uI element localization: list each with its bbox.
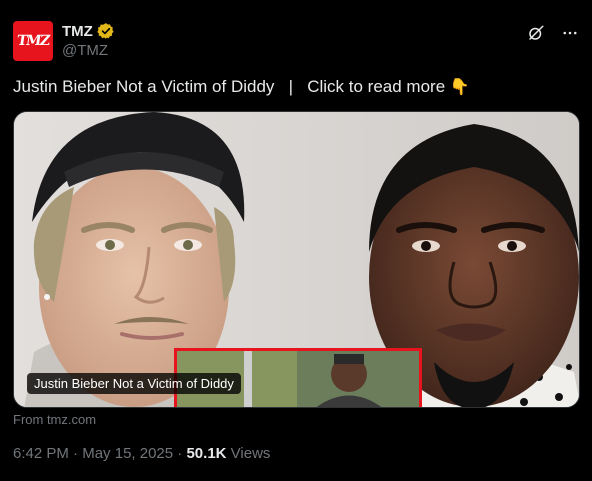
link-card-media[interactable]: Justin Bieber Not a Victim of Diddy [13,111,580,408]
avatar[interactable]: TMZ [13,21,53,61]
avatar-logo-text: TMZ [16,33,50,49]
tweet-separator: | [288,77,294,96]
author-name-row: TMZ [62,22,115,40]
tweet-header: TMZ TMZ @TMZ [13,19,580,63]
tweet-meta: 6:42 PM · May 15, 2025 · 50.1K Views [13,445,270,462]
meta-separator: · [73,445,79,462]
views-count: 50.1K [186,445,227,462]
grok-icon[interactable] [526,23,546,43]
views-label: Views [230,445,271,462]
header-actions [526,23,580,43]
author-handle[interactable]: @TMZ [62,42,108,59]
media-thumbnail [14,112,579,407]
link-source[interactable]: From tmz.com [13,412,96,427]
tweet-cta: Click to read more [307,77,446,96]
tweet-date[interactable]: May 15, 2025 [82,445,173,462]
pointing-down-emoji: 👇 [449,79,470,96]
meta-separator: · [177,445,183,462]
tweet-text: Justin Bieber Not a Victim of Diddy | Cl… [13,77,470,97]
media-caption: Justin Bieber Not a Victim of Diddy [27,373,241,394]
author-display-name[interactable]: TMZ [62,23,93,40]
tweet-headline: Justin Bieber Not a Victim of Diddy [13,77,275,96]
tweet-time[interactable]: 6:42 PM [13,445,69,462]
more-icon[interactable] [560,23,580,43]
verified-badge-icon[interactable] [97,22,115,40]
